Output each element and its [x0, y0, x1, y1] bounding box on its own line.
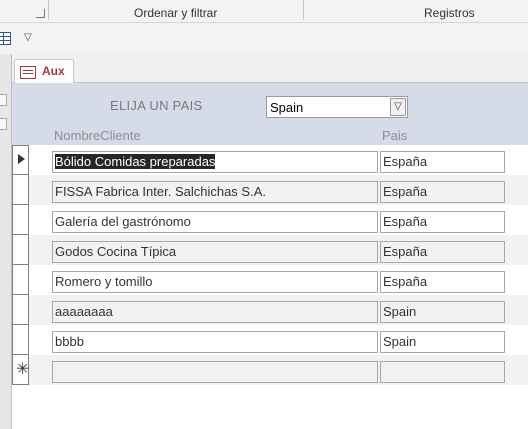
form-header: ELIJA UN PAIS Spain ▽ NombreCliente Pais — [12, 83, 528, 145]
record-row: Godos Cocina Típica España — [12, 235, 528, 265]
pais-field[interactable]: España — [380, 181, 505, 203]
nombrecliente-field[interactable]: Bólido Comidas preparadas — [52, 151, 378, 173]
record-selector[interactable] — [12, 325, 29, 355]
ribbon-separator — [48, 0, 49, 20]
record-selector[interactable] — [12, 265, 29, 295]
country-combo-box[interactable]: Spain ▽ — [266, 96, 408, 118]
ribbon: Ordenar y filtrar Registros — [0, 0, 528, 23]
pais-field[interactable]: España — [380, 241, 505, 263]
record-row: bbbb Spain — [12, 325, 528, 355]
current-record-icon — [18, 154, 25, 164]
new-record-row: ✳ — [12, 355, 528, 385]
record-row: Romero y tomillo España — [12, 265, 528, 295]
pane-mark-icon — [0, 118, 7, 130]
chevron-down-icon[interactable]: ▽ — [390, 98, 406, 116]
continuous-form: ELIJA UN PAIS Spain ▽ NombreCliente Pais… — [12, 83, 528, 429]
nombrecliente-field[interactable]: Galería del gastrónomo — [52, 211, 378, 233]
pais-field[interactable]: España — [380, 211, 505, 233]
record-row: aaaaaaaa Spain — [12, 295, 528, 325]
nombrecliente-field[interactable]: Godos Cocina Típica — [52, 241, 378, 263]
record-row: Bólido Comidas preparadas España — [12, 145, 528, 175]
form-icon — [20, 66, 36, 79]
quick-access-toolbar: ▽ — [0, 23, 528, 54]
table-icon[interactable] — [0, 32, 11, 45]
record-row: Galería del gastrónomo España — [12, 205, 528, 235]
document-tab-bar: Aux — [12, 54, 528, 84]
dialog-launcher-icon[interactable] — [36, 9, 45, 18]
record-selector[interactable] — [12, 145, 29, 175]
pais-field[interactable]: Spain — [380, 301, 505, 323]
pais-field[interactable] — [380, 361, 505, 383]
ribbon-group-records: Registros — [424, 6, 475, 20]
nombrecliente-field[interactable]: Romero y tomillo — [52, 271, 378, 293]
record-selector[interactable] — [12, 175, 29, 205]
customize-dropdown-icon[interactable]: ▽ — [24, 32, 32, 43]
selected-text: Bólido Comidas preparadas — [55, 154, 216, 169]
nombrecliente-field[interactable]: FISSA Fabrica Inter. Salchichas S.A. — [52, 181, 378, 203]
pane-mark-icon — [0, 94, 7, 106]
record-row: FISSA Fabrica Inter. Salchichas S.A. Esp… — [12, 175, 528, 205]
column-header-nombrecliente: NombreCliente — [54, 128, 141, 143]
nombrecliente-field[interactable]: aaaaaaaa — [52, 301, 378, 323]
column-header-pais: Pais — [382, 128, 408, 143]
nombrecliente-field[interactable]: bbbb — [52, 331, 378, 353]
ribbon-separator — [303, 0, 304, 20]
tab-label: Aux — [42, 64, 65, 78]
ribbon-group-sort-filter: Ordenar y filtrar — [134, 6, 218, 20]
country-combo-value: Spain — [270, 100, 304, 115]
record-selector[interactable] — [12, 205, 29, 235]
navigation-pane-edge[interactable] — [0, 54, 12, 429]
record-selector[interactable] — [12, 295, 29, 325]
country-filter-label: ELIJA UN PAIS — [110, 98, 203, 113]
tab-aux[interactable]: Aux — [14, 59, 74, 84]
nombrecliente-field[interactable] — [52, 361, 378, 383]
pais-field[interactable]: Spain — [380, 331, 505, 353]
pais-field[interactable]: España — [380, 151, 505, 173]
record-selector[interactable]: ✳ — [12, 355, 29, 385]
pais-field[interactable]: España — [380, 271, 505, 293]
record-selector[interactable] — [12, 235, 29, 265]
new-record-icon: ✳ — [16, 361, 30, 378]
